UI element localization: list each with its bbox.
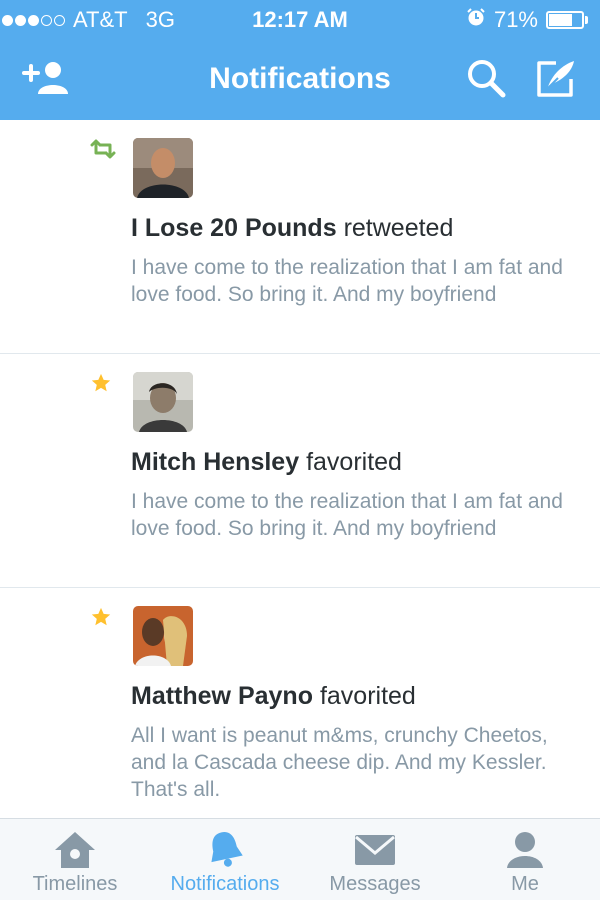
envelope-icon bbox=[300, 829, 450, 871]
star-icon bbox=[90, 372, 116, 394]
notification-action: favorited bbox=[319, 682, 416, 710]
search-icon bbox=[465, 57, 507, 104]
header: AT&T 3G 12:17 AM 71% Notifications bbox=[0, 0, 600, 120]
bell-icon bbox=[150, 829, 300, 871]
star-icon bbox=[90, 606, 116, 628]
alarm-icon bbox=[466, 7, 486, 33]
battery-icon bbox=[546, 11, 584, 29]
user-name[interactable]: I Lose 20 Pounds bbox=[131, 214, 337, 242]
notification-action: favorited bbox=[306, 448, 402, 476]
compose-button[interactable] bbox=[530, 56, 582, 104]
status-bar: AT&T 3G 12:17 AM 71% bbox=[0, 0, 600, 40]
compose-icon bbox=[534, 57, 578, 104]
tab-me[interactable]: Me bbox=[450, 819, 600, 901]
tab-messages[interactable]: Messages bbox=[300, 819, 450, 901]
notification-headline: Matthew Payno favorited bbox=[131, 682, 416, 711]
avatar[interactable] bbox=[133, 606, 193, 666]
retweet-icon bbox=[90, 138, 116, 160]
tab-notifications[interactable]: Notifications bbox=[150, 819, 300, 901]
avatar[interactable] bbox=[133, 372, 193, 432]
tweet-text: I have come to the realization that I am… bbox=[131, 490, 563, 540]
notification-item[interactable]: Mitch Hensley favorited I have come to t… bbox=[0, 354, 600, 588]
tweet-text: All I want is peanut m&ms, crunchy Cheet… bbox=[131, 724, 548, 801]
user-name[interactable]: Mitch Hensley bbox=[131, 448, 299, 476]
notification-headline: Mitch Hensley favorited bbox=[131, 448, 402, 477]
notification-action: retweeted bbox=[343, 214, 454, 242]
tab-label: Messages bbox=[329, 873, 421, 895]
tab-label: Notifications bbox=[170, 873, 280, 895]
tab-bar: Timelines Notifications Messages Me bbox=[0, 818, 600, 900]
tab-label: Me bbox=[511, 873, 539, 895]
tab-label: Timelines bbox=[32, 873, 118, 895]
user-name[interactable]: Matthew Payno bbox=[131, 682, 313, 710]
home-icon bbox=[0, 829, 150, 871]
notification-item[interactable]: I Lose 20 Pounds retweeted I have come t… bbox=[0, 120, 600, 354]
battery-percentage: 71% bbox=[493, 7, 538, 32]
notification-item[interactable]: Matthew Payno favorited All I want is pe… bbox=[0, 588, 600, 818]
search-button[interactable] bbox=[460, 56, 512, 104]
tab-timelines[interactable]: Timelines bbox=[0, 819, 150, 901]
avatar[interactable] bbox=[133, 138, 193, 198]
battery-fill bbox=[549, 14, 572, 26]
navigation-bar: Notifications bbox=[0, 40, 600, 120]
notifications-list: I Lose 20 Pounds retweeted I have come t… bbox=[0, 120, 600, 818]
notification-headline: I Lose 20 Pounds retweeted bbox=[131, 214, 453, 243]
tweet-text: I have come to the realization that I am… bbox=[131, 256, 563, 306]
person-icon bbox=[450, 829, 600, 871]
